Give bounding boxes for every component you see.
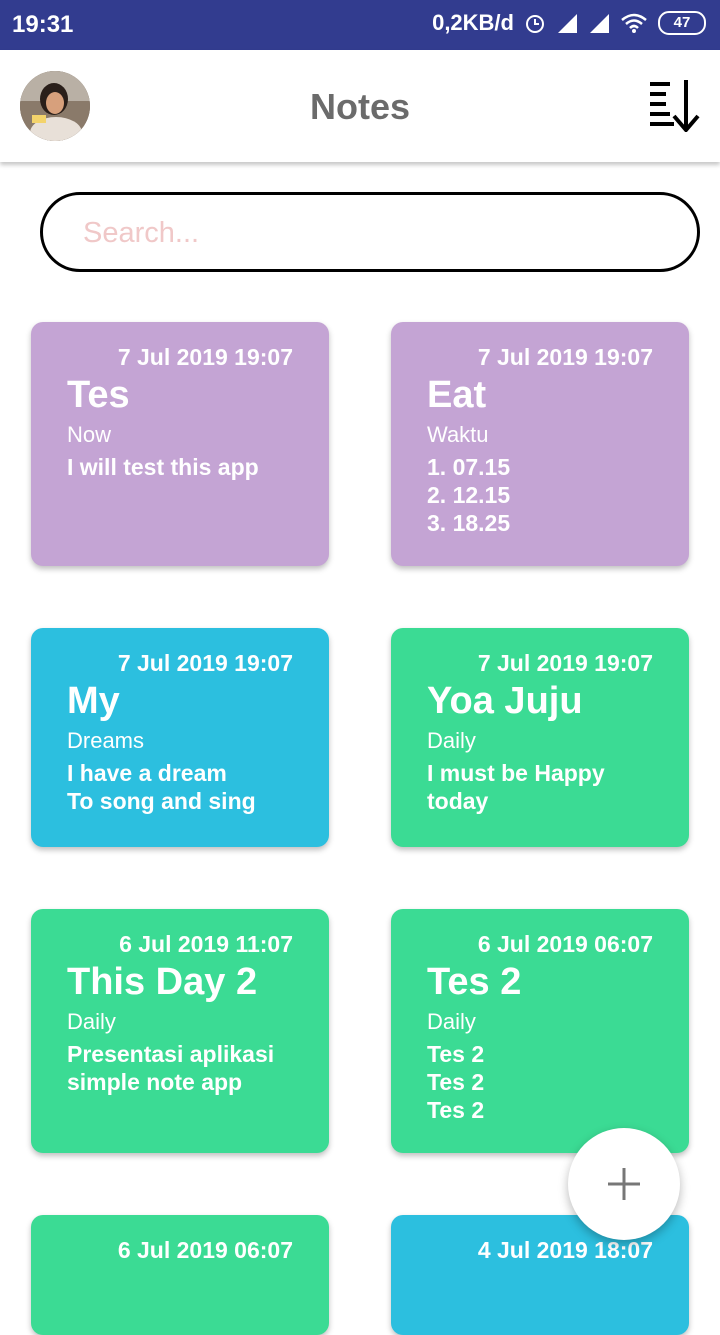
- note-card[interactable]: 6 Jul 2019 11:07 This Day 2 Daily Presen…: [31, 909, 329, 1153]
- signal-icon: [558, 14, 577, 33]
- note-date: 7 Jul 2019 19:07: [477, 650, 653, 676]
- note-date: 6 Jul 2019 06:07: [117, 1237, 293, 1263]
- note-category: Daily: [67, 1009, 116, 1034]
- note-body: I will test this app: [67, 453, 311, 481]
- note-body: 1. 07.15 2. 12.15 3. 18.25: [427, 453, 671, 537]
- note-title: Yoa Juju: [427, 680, 583, 722]
- sort-button[interactable]: [646, 80, 702, 134]
- note-date: 6 Jul 2019 11:07: [119, 931, 293, 957]
- note-body-line: today: [427, 788, 489, 814]
- note-body: I have a dream To song and sing: [67, 759, 311, 815]
- wifi-icon: [621, 13, 647, 33]
- note-body-line: I have a dream: [67, 760, 227, 786]
- note-date: 4 Jul 2019 18:07: [477, 1237, 653, 1263]
- note-title: This Day 2: [67, 961, 258, 1003]
- note-category: Daily: [427, 1009, 476, 1034]
- alarm-icon: [526, 15, 544, 33]
- note-date: 7 Jul 2019 19:07: [117, 344, 293, 370]
- note-card[interactable]: 7 Jul 2019 19:07 My Dreams I have a drea…: [31, 628, 329, 847]
- note-card[interactable]: 7 Jul 2019 19:07 Eat Waktu 1. 07.15 2. 1…: [391, 322, 689, 566]
- note-body-line: I must be Happy: [427, 760, 605, 786]
- note-body-line: To song and sing: [67, 788, 256, 814]
- note-card[interactable]: 6 Jul 2019 06:07: [31, 1215, 329, 1335]
- note-body-line: I will test this app: [67, 454, 259, 480]
- note-card[interactable]: 7 Jul 2019 19:07 Tes Now I will test thi…: [31, 322, 329, 566]
- note-body: I must be Happy today: [427, 759, 671, 815]
- note-body-line: simple note app: [67, 1069, 243, 1095]
- note-card[interactable]: 7 Jul 2019 19:07 Yoa Juju Daily I must b…: [391, 628, 689, 847]
- plus-icon: [608, 1168, 640, 1200]
- status-icons: 0,2KB/d 47: [432, 10, 706, 36]
- note-body-line: 3. 18.25: [427, 510, 511, 536]
- note-date: 7 Jul 2019 19:07: [477, 344, 653, 370]
- note-title: My: [67, 680, 120, 722]
- note-body-line: 2. 12.15: [427, 482, 511, 508]
- status-time: 19:31: [12, 11, 74, 38]
- note-date: 7 Jul 2019 19:07: [117, 650, 293, 676]
- note-category: Waktu: [427, 422, 489, 447]
- search-bar: [40, 192, 700, 272]
- add-note-button[interactable]: [568, 1128, 680, 1240]
- sort-descending-icon: [650, 80, 700, 134]
- signal-icon: [590, 14, 609, 33]
- note-category: Daily: [427, 728, 476, 753]
- note-body: Tes 2 Tes 2 Tes 2: [427, 1040, 671, 1124]
- app-bar: Notes: [0, 50, 720, 162]
- note-body-line: 1. 07.15: [427, 454, 511, 480]
- note-body-line: Tes 2: [427, 1069, 485, 1095]
- battery-icon: 47: [658, 11, 706, 35]
- note-body-line: Tes 2: [427, 1097, 485, 1123]
- note-body-line: Tes 2: [427, 1041, 485, 1067]
- note-title: Tes 2: [427, 961, 522, 1003]
- search-input[interactable]: [81, 195, 665, 271]
- note-title: Eat: [427, 374, 487, 416]
- note-card[interactable]: 6 Jul 2019 06:07 Tes 2 Daily Tes 2 Tes 2…: [391, 909, 689, 1153]
- note-date: 6 Jul 2019 06:07: [477, 931, 653, 957]
- page-title: Notes: [309, 86, 411, 127]
- note-category: Dreams: [67, 728, 145, 753]
- note-body: Presentasi aplikasi simple note app: [67, 1040, 311, 1096]
- status-bar: 19:31 0,2KB/d 47: [0, 0, 720, 50]
- note-category: Now: [67, 422, 112, 447]
- note-body-line: Presentasi aplikasi: [67, 1041, 275, 1067]
- network-speed: 0,2KB/d: [432, 10, 514, 35]
- note-title: Tes: [67, 374, 130, 416]
